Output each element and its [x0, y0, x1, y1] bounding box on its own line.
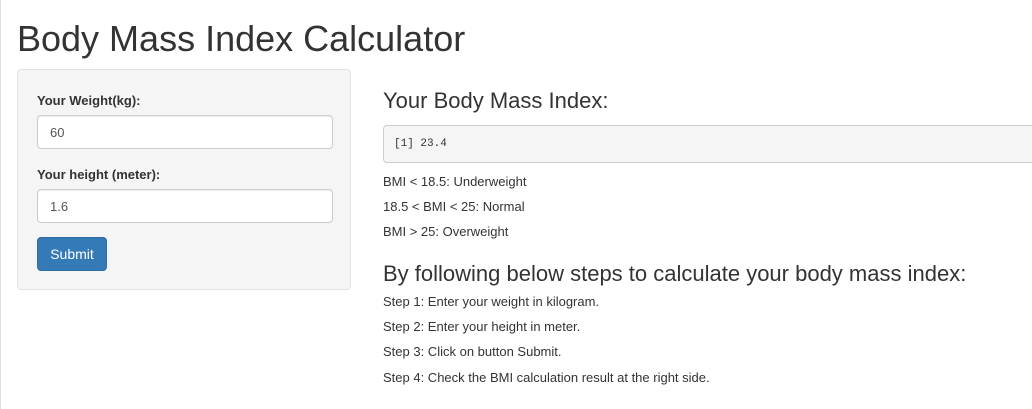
bmi-result-output: [1] 23.4	[383, 125, 1032, 163]
step-2: Step 2: Enter your height in meter.	[383, 319, 581, 334]
steps-heading: By following below steps to calculate yo…	[383, 261, 967, 286]
submit-button[interactable]: Submit	[37, 237, 107, 271]
app-page: Body Mass Index Calculator Your Weight(k…	[0, 0, 1032, 409]
weight-input[interactable]	[37, 115, 333, 149]
page-title: Body Mass Index Calculator	[17, 18, 466, 59]
range-normal: 18.5 < BMI < 25: Normal	[383, 199, 525, 214]
weight-label: Your Weight(kg):	[37, 93, 141, 108]
step-1: Step 1: Enter your weight in kilogram.	[383, 294, 600, 309]
main-panel: Your Body Mass Index: [1] 23.4 BMI < 18.…	[383, 87, 1032, 385]
range-underweight: BMI < 18.5: Underweight	[383, 174, 527, 189]
height-input[interactable]	[37, 189, 333, 223]
step-3: Step 3: Click on button Submit.	[383, 344, 562, 359]
input-panel: Your Weight(kg): Your height (meter): Su…	[17, 69, 351, 290]
step-4: Step 4: Check the BMI calculation result…	[383, 370, 710, 385]
result-heading: Your Body Mass Index:	[383, 88, 609, 113]
range-overweight: BMI > 25: Overweight	[383, 224, 509, 239]
height-label: Your height (meter):	[37, 167, 161, 182]
